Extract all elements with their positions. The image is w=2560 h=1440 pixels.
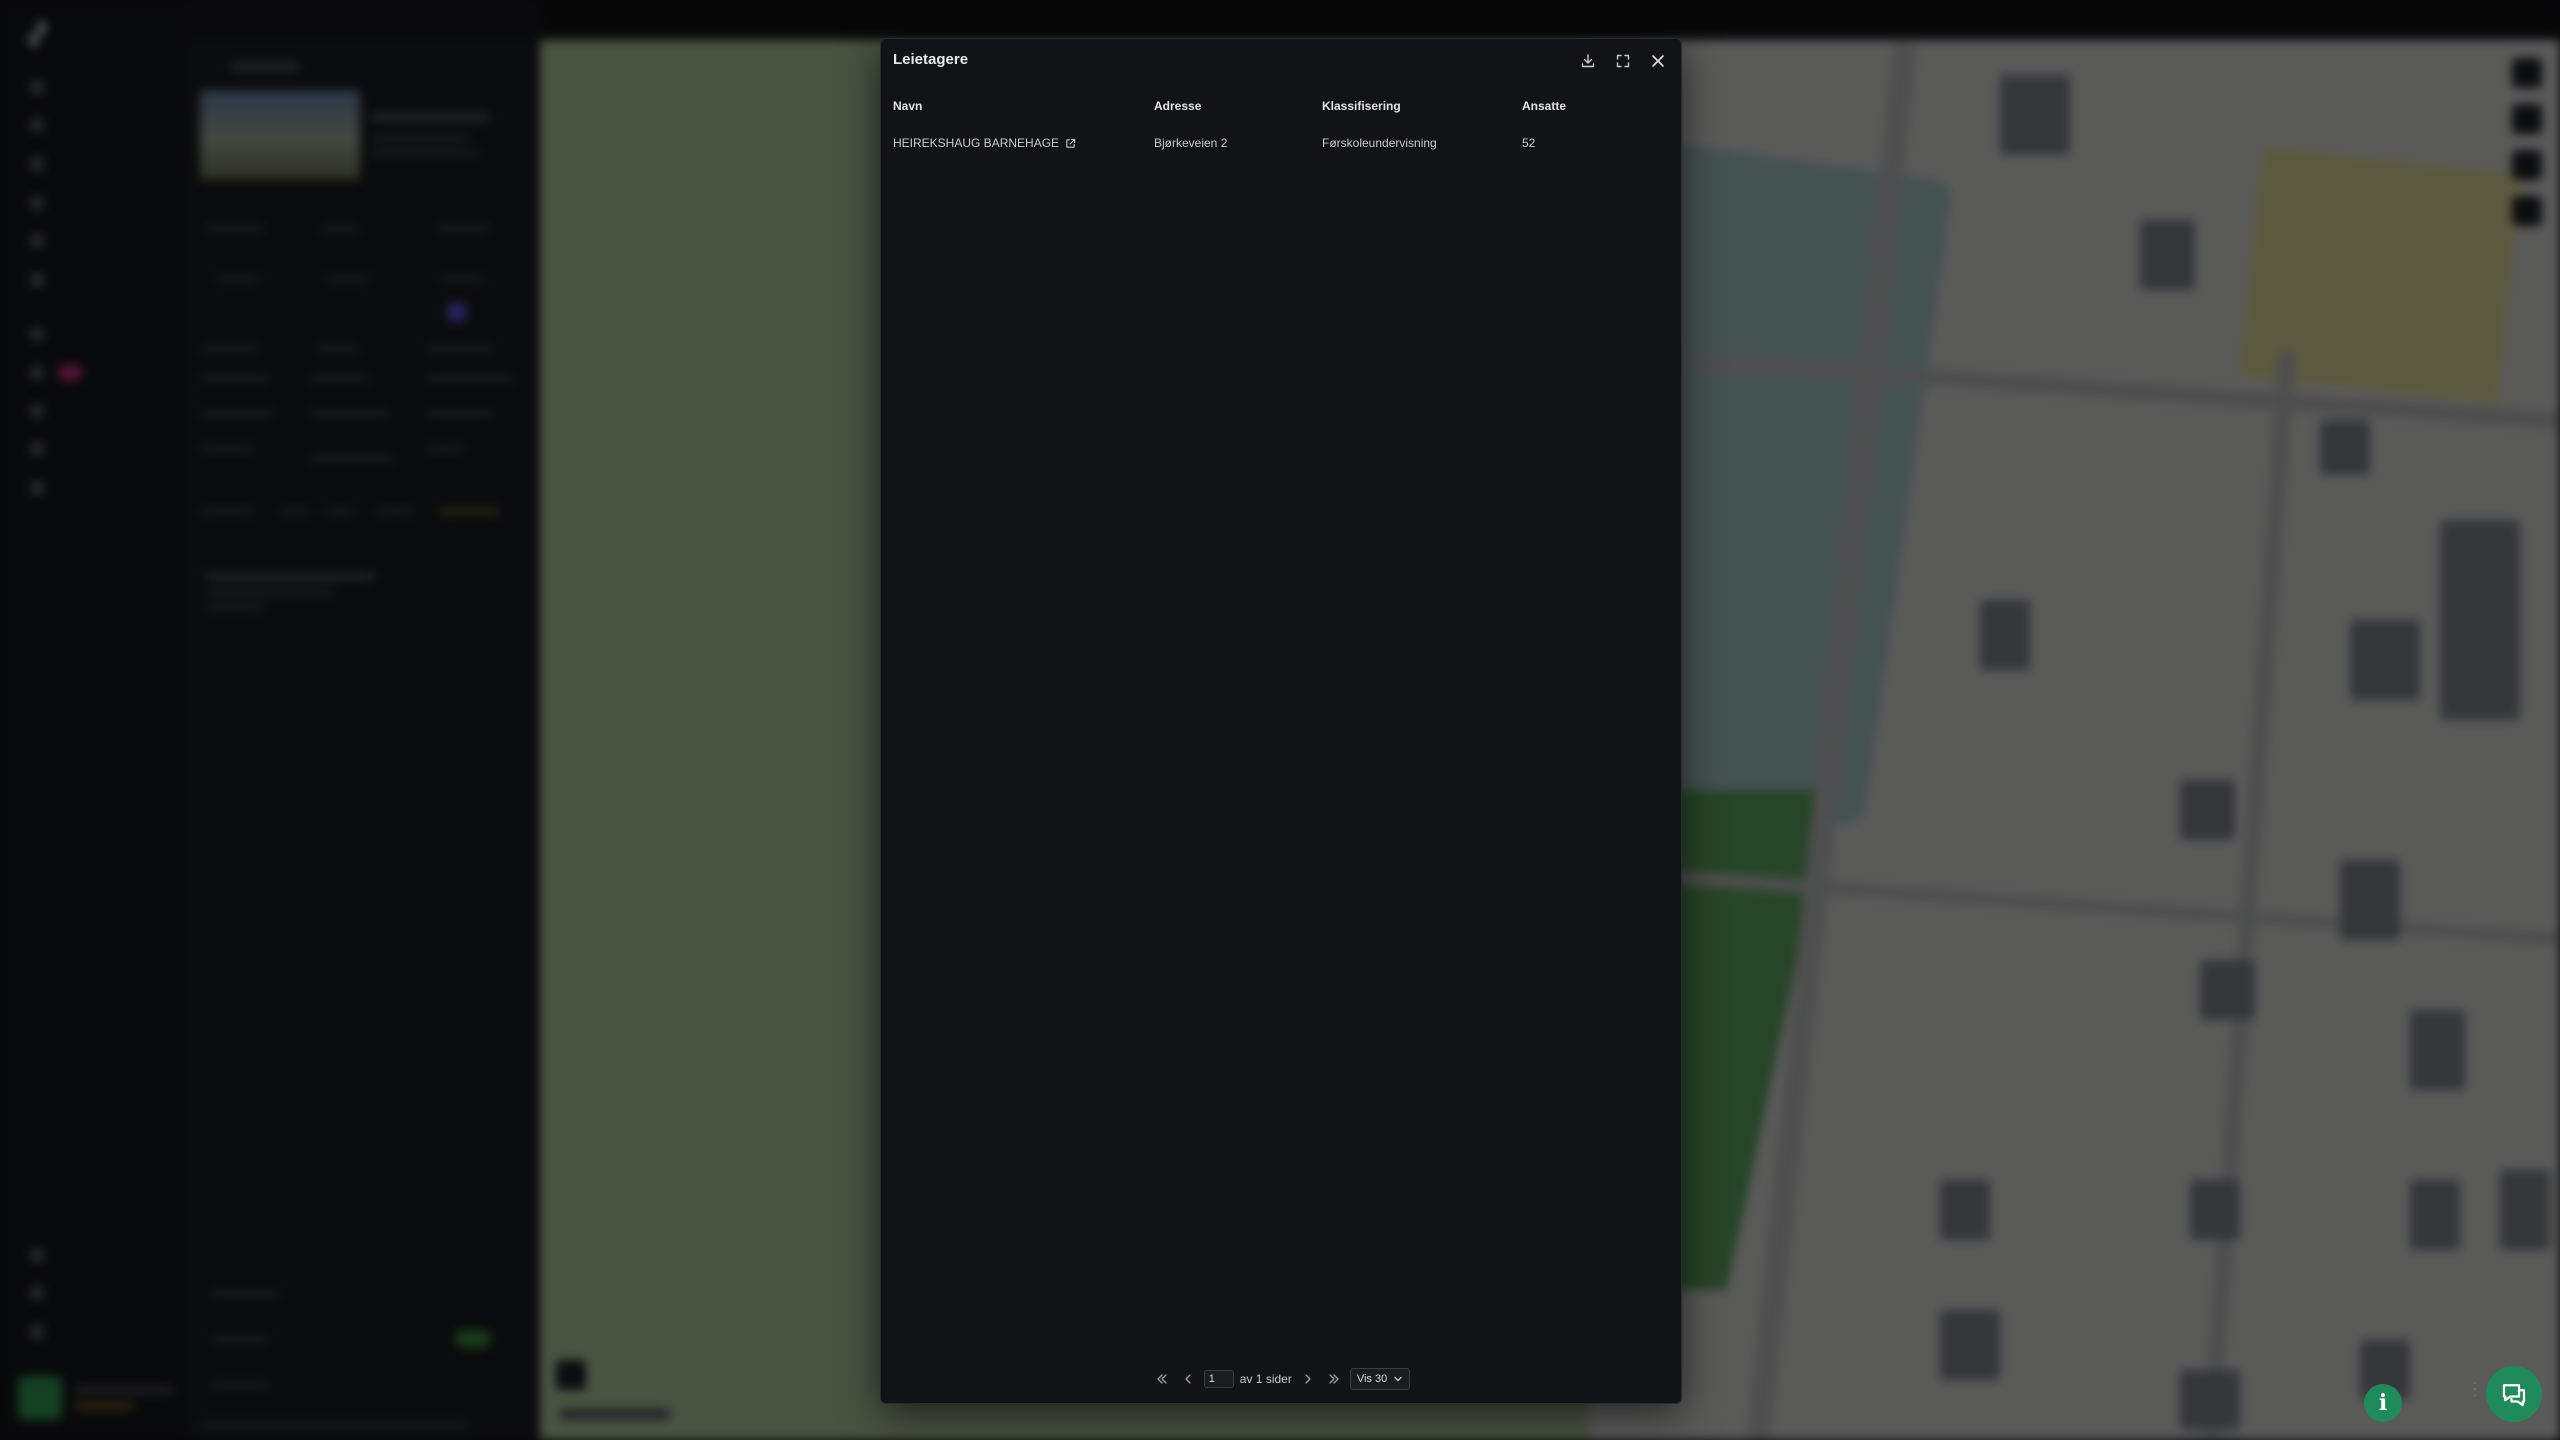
next-page-button[interactable]	[1298, 1369, 1318, 1389]
download-button[interactable]	[1574, 47, 1601, 74]
table-row[interactable]: HEIREKSHAUG BARNEHAGE Bjørkeveien 2 Førs…	[893, 123, 1669, 163]
column-header-klassifisering[interactable]: Klassifisering	[1322, 89, 1522, 123]
cell-adresse: Bjørkeveien 2	[1154, 136, 1228, 150]
first-page-button[interactable]	[1152, 1369, 1172, 1389]
tenant-link[interactable]: HEIREKSHAUG BARNEHAGE	[893, 136, 1076, 150]
chevron-right-icon	[1305, 1374, 1311, 1384]
modal-actions	[1574, 47, 1671, 74]
last-page-button[interactable]	[1324, 1369, 1344, 1389]
page-count-text: av 1 sider	[1239, 1372, 1292, 1386]
info-button[interactable]: i	[2364, 1384, 2402, 1422]
chevron-down-icon	[1394, 1376, 1402, 1382]
page-size-label: Vis 30	[1356, 1373, 1388, 1385]
cell-navn: HEIREKSHAUG BARNEHAGE	[893, 123, 1154, 163]
chevron-left-icon	[1185, 1374, 1191, 1384]
previous-page-button[interactable]	[1178, 1369, 1198, 1389]
column-header-ansatte[interactable]: Ansatte	[1522, 89, 1669, 123]
tenants-table: Navn Adresse Klassifisering Ansatte HEIR…	[893, 89, 1669, 163]
page-number-input[interactable]	[1203, 1370, 1234, 1388]
cell-ansatte: 52	[1522, 136, 1536, 150]
chat-button[interactable]	[2486, 1366, 2542, 1422]
fullscreen-button[interactable]	[1609, 47, 1636, 74]
tenants-modal: Leietagere Navn Adresse Klassifisering A…	[880, 38, 1682, 1404]
close-icon	[1651, 54, 1664, 67]
column-header-navn[interactable]: Navn	[893, 89, 1154, 123]
column-header-adresse[interactable]: Adresse	[1154, 89, 1322, 123]
page-size-select[interactable]: Vis 30	[1349, 1368, 1411, 1390]
info-icon: i	[2378, 1390, 2388, 1416]
app-root: ▞	[0, 0, 2560, 1440]
expand-icon	[1616, 54, 1629, 67]
table-header-row: Navn Adresse Klassifisering Ansatte	[893, 89, 1669, 123]
tenant-name: HEIREKSHAUG BARNEHAGE	[893, 136, 1060, 150]
chat-icon	[2502, 1384, 2526, 1407]
pagination: av 1 sider Vis 30	[881, 1367, 1681, 1391]
close-button[interactable]	[1644, 47, 1671, 74]
modal-title: Leietagere	[893, 51, 969, 68]
cell-klassifisering: Førskoleundervisning	[1322, 136, 1437, 150]
chevrons-left-icon	[1157, 1374, 1167, 1384]
download-icon	[1581, 53, 1594, 67]
external-link-icon	[1066, 138, 1076, 148]
chevrons-right-icon	[1329, 1374, 1339, 1384]
